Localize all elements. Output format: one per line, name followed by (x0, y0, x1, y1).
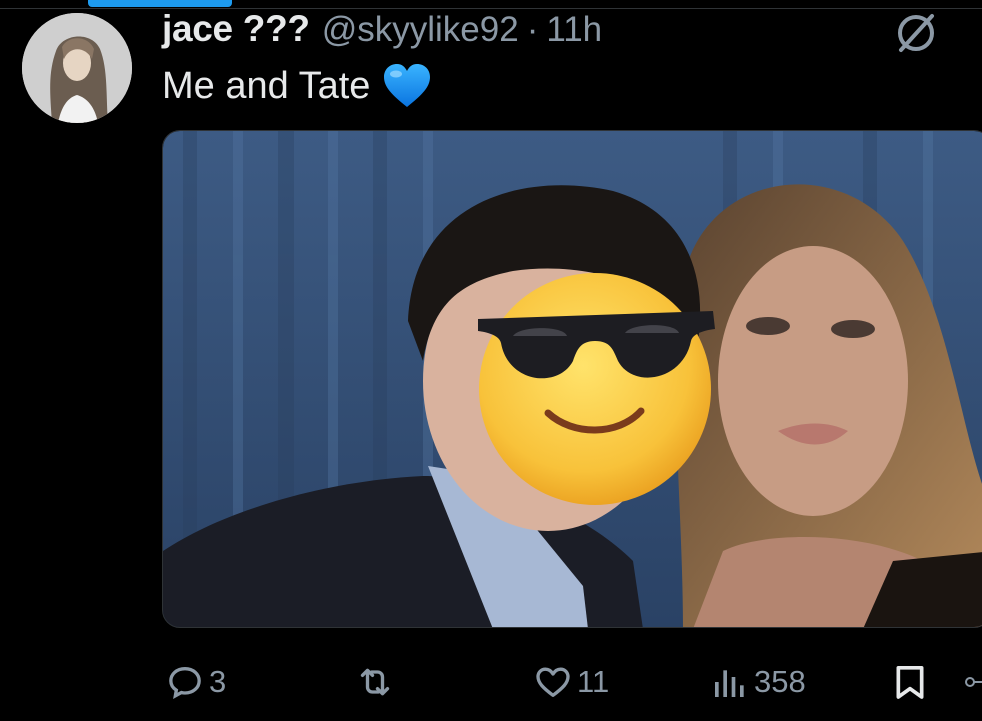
bookmark-button[interactable] (890, 655, 930, 709)
like-button[interactable]: 11 (533, 655, 609, 709)
separator-dot: · (526, 10, 539, 49)
heart-icon (536, 667, 570, 697)
tweet-media-image[interactable] (162, 130, 982, 628)
share-icon (965, 677, 982, 687)
tab-indicator (88, 0, 232, 7)
blue-heart-emoji-icon (384, 64, 431, 107)
tweet-text: Me and Tate (162, 63, 432, 109)
avatar[interactable] (22, 13, 132, 123)
retweet-button[interactable] (355, 655, 399, 709)
grok-icon[interactable] (892, 8, 940, 56)
timestamp[interactable]: 11h (546, 10, 602, 50)
views-count: 358 (754, 664, 806, 699)
tweet-text-content: Me and Tate (162, 64, 371, 107)
share-button[interactable] (962, 655, 982, 709)
user-handle[interactable]: @skyylike92 (322, 10, 519, 50)
display-name[interactable]: jace ??? (162, 8, 310, 50)
views-button[interactable]: 358 (710, 655, 806, 709)
photo (163, 131, 982, 627)
retweet-icon (360, 668, 390, 696)
reply-button[interactable]: 3 (165, 655, 226, 709)
analytics-icon (715, 670, 744, 697)
avatar-image (22, 13, 132, 123)
reply-count: 3 (209, 664, 227, 699)
tweet-header: jace ??? @skyylike92 · 11h (162, 8, 602, 54)
bookmark-icon (896, 666, 924, 699)
reply-icon (169, 666, 201, 699)
action-bar: 3 11 358 (0, 655, 982, 709)
like-count: 11 (577, 664, 610, 699)
